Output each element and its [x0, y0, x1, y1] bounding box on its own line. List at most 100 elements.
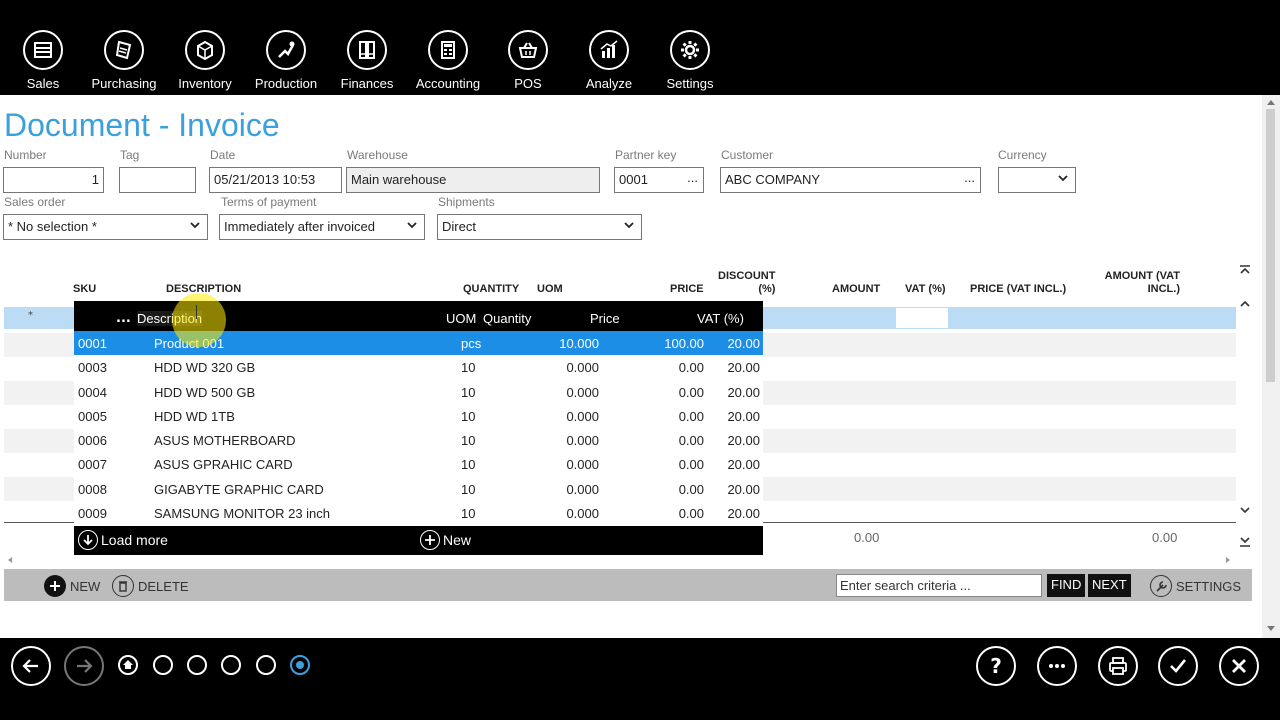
forward-button[interactable]	[64, 646, 104, 686]
lookup-price: 0.00	[678, 433, 704, 449]
page-dot[interactable]	[256, 655, 276, 675]
home-icon	[123, 660, 133, 669]
terms-label: Terms of payment	[221, 195, 317, 209]
production-icon	[266, 30, 306, 70]
settings-button[interactable]: SETTINGS	[1150, 575, 1241, 597]
col-discount-line1: DISCOUNT	[718, 270, 776, 282]
purchasing-icon	[104, 30, 144, 70]
trash-icon	[112, 575, 134, 597]
shipments-label: Shipments	[438, 195, 495, 209]
close-icon	[1232, 659, 1246, 673]
customer-lookup-button[interactable]: ...	[964, 170, 975, 185]
cursor-highlight	[172, 293, 226, 347]
search-input[interactable]: Enter search criteria ...	[836, 574, 1042, 597]
nav-finances[interactable]: Finances	[327, 30, 407, 91]
partner-key-lookup-button[interactable]: ...	[687, 170, 698, 185]
customer-field[interactable]: ABC COMPANY ...	[720, 167, 981, 193]
col-discount[interactable]: DISCOUNT (%)	[718, 270, 775, 296]
page-dot[interactable]	[221, 655, 241, 675]
scrollbar-thumb[interactable]	[1266, 109, 1275, 382]
grid-scrollbar[interactable]	[1236, 253, 1254, 553]
lookup-row[interactable]: 0009 SAMSUNG MONITOR 23 inch 10 0.000 0.00 20…	[74, 501, 763, 525]
nav-analyze[interactable]: Analyze	[569, 30, 649, 91]
page-dot[interactable]	[153, 655, 173, 675]
nav-production[interactable]: Production	[246, 30, 326, 91]
lookup-name: HDD WD 320 GB	[154, 360, 256, 376]
main-content: Document - Invoice Number Tag Date Wareh…	[0, 95, 1280, 638]
chevron-down-icon	[407, 222, 417, 229]
delete-button-label: DELETE	[138, 578, 189, 594]
lookup-new-button[interactable]: New	[420, 530, 471, 550]
tag-label: Tag	[120, 148, 140, 162]
scroll-up-icon[interactable]	[1238, 297, 1252, 311]
arrow-right-icon	[77, 659, 93, 673]
col-uom[interactable]: UOM	[537, 283, 563, 296]
scroll-right-icon[interactable]	[1224, 556, 1232, 564]
col-price[interactable]: PRICE	[670, 283, 704, 296]
scroll-down-icon[interactable]	[1266, 625, 1276, 633]
lookup-row[interactable]: 0007 ASUS GPRAHIC CARD 10 0.000 0.00 20.00	[74, 452, 763, 476]
nav-inventory[interactable]: Inventory	[165, 30, 245, 91]
tag-field[interactable]	[119, 167, 196, 193]
partner-key-field[interactable]: 0001 ...	[614, 167, 704, 193]
check-icon	[1170, 659, 1187, 673]
currency-select[interactable]	[998, 167, 1076, 193]
lookup-row[interactable]: 0003 HDD WD 320 GB 10 0.000 0.00 20.00	[74, 355, 763, 379]
home-dot[interactable]	[118, 655, 138, 675]
sku-lookup-button[interactable]: ...	[116, 311, 131, 326]
page-dot-active[interactable]	[290, 655, 310, 675]
shipments-select[interactable]: Direct	[437, 214, 642, 240]
load-more-button[interactable]: Load more	[78, 530, 168, 550]
delete-button[interactable]: DELETE	[112, 575, 189, 597]
number-field[interactable]: 1	[3, 167, 104, 193]
lookup-vat: 20.00	[727, 506, 760, 522]
lookup-new-label: New	[443, 532, 472, 548]
lookup-row[interactable]: 0008 GIGABYTE GRAPHIC CARD 10 0.000 0.00 20.0…	[74, 477, 763, 501]
confirm-button[interactable]	[1158, 646, 1198, 686]
warehouse-field[interactable]: Main warehouse	[346, 167, 600, 193]
number-label: Number	[4, 148, 47, 162]
next-button[interactable]: NEXT	[1088, 574, 1131, 597]
scroll-down-icon[interactable]	[1238, 503, 1252, 517]
print-button[interactable]	[1098, 646, 1138, 686]
find-button[interactable]: FIND	[1047, 574, 1086, 597]
page-dot[interactable]	[187, 655, 207, 675]
close-button[interactable]	[1219, 646, 1259, 686]
page-scrollbar[interactable]	[1262, 95, 1280, 638]
chevron-down-icon	[190, 222, 200, 229]
lookup-row[interactable]: 0005 HDD WD 1TB 10 0.000 0.00 20.00	[74, 404, 763, 428]
product-lookup-dropdown: UOM Quantity Price VAT (%) Description 0…	[74, 303, 763, 555]
col-price-vat-incl[interactable]: PRICE (VAT INCL.)	[970, 283, 1066, 296]
col-discount-line2: (%)	[758, 283, 776, 295]
new-button[interactable]: NEW	[44, 575, 100, 597]
nav-purchasing[interactable]: Purchasing	[84, 30, 164, 91]
lookup-vat: 20.00	[727, 336, 760, 351]
col-amount-vat-incl[interactable]: AMOUNT (VAT INCL.)	[1102, 270, 1180, 296]
plus-circle-icon	[420, 530, 440, 550]
lookup-row[interactable]: 0004 HDD WD 500 GB 10 0.000 0.00 20.00	[74, 380, 763, 404]
col-sku[interactable]: SKU	[73, 283, 96, 296]
horizontal-scrollbar[interactable]	[4, 554, 1236, 566]
printer-icon	[1109, 657, 1127, 675]
scroll-top-icon[interactable]	[1238, 263, 1252, 277]
terms-select[interactable]: Immediately after invoiced	[219, 214, 425, 240]
scroll-bottom-icon[interactable]	[1238, 535, 1252, 549]
col-vat[interactable]: VAT (%)	[905, 283, 946, 296]
lookup-sku: 0004	[78, 384, 107, 400]
back-button[interactable]	[11, 646, 51, 686]
sales-order-select[interactable]: * No selection *	[3, 214, 208, 240]
nav-pos[interactable]: POS	[488, 30, 568, 91]
col-quantity[interactable]: QUANTITY	[463, 283, 519, 296]
screen-border	[0, 696, 1280, 720]
scroll-up-icon[interactable]	[1266, 98, 1276, 106]
nav-accounting[interactable]: Accounting	[408, 30, 488, 91]
nav-sales[interactable]: Sales	[3, 30, 83, 91]
more-button[interactable]	[1037, 646, 1077, 686]
lookup-row[interactable]: 0006 ASUS MOTHERBOARD 10 0.000 0.00 20.00	[74, 428, 763, 452]
nav-settings[interactable]: Settings	[650, 30, 730, 91]
scroll-left-icon[interactable]	[6, 556, 14, 564]
col-amount[interactable]: AMOUNT	[832, 283, 880, 296]
help-button[interactable]: ?	[976, 646, 1016, 686]
vat-cell[interactable]	[896, 308, 948, 328]
date-field[interactable]: 05/21/2013 10:53	[209, 167, 342, 193]
